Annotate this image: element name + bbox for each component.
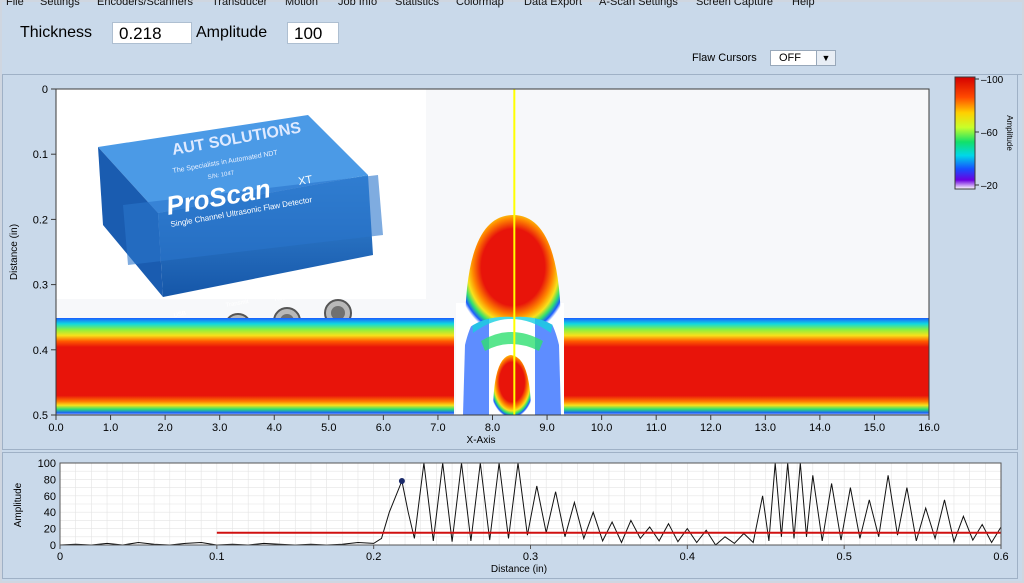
peak-marker <box>398 478 405 485</box>
flaw-cursors-select[interactable]: OFF ▼ <box>770 50 836 66</box>
ascan-y-tick-label: 100 <box>38 458 56 470</box>
x-tick-label: 5.0 <box>321 422 336 434</box>
menu-item-colormap[interactable]: Colormap <box>456 0 504 8</box>
menu-item-job-info[interactable]: Job Info <box>338 0 377 8</box>
amplitude-value: 100 <box>287 22 339 44</box>
ascan-y-label: Amplitude <box>13 482 24 527</box>
colorbar-tick-label: –100 <box>981 75 1004 86</box>
y-axis: 0 0.1 0.2 0.3 0.4 0.5 <box>33 84 56 422</box>
readout-toolbar: Thickness 0.218 Amplitude 100 Flaw Curso… <box>2 12 1022 75</box>
x-axis: 0 0.1 0.2 0.3 0.4 0.5 0.6 <box>57 545 1009 563</box>
x-tick-label: 13.0 <box>755 422 776 434</box>
x-tick-label: 10.0 <box>591 422 612 434</box>
y-tick-label: 0.1 <box>33 149 48 161</box>
y-tick-label: 0.5 <box>33 410 48 422</box>
y-axis: 0 20 40 60 80 100 <box>38 458 56 552</box>
y-tick-label: 0 <box>42 84 48 96</box>
x-axis-label: X-Axis <box>467 435 496 446</box>
menu-item-data-export[interactable]: Data Export <box>524 0 582 8</box>
product-suffix: XT <box>297 174 313 188</box>
flaw-cursors-label: Flaw Cursors <box>692 52 757 64</box>
ascan-x-tick-label: 0.1 <box>209 551 224 563</box>
menu-item-screen-capture[interactable]: Screen Capture <box>696 0 773 8</box>
ascan-y-tick-label: 60 <box>44 491 56 503</box>
colorbar-title: Amplitude <box>1005 115 1014 151</box>
menu-item-settings[interactable]: Settings <box>40 0 80 8</box>
ascan-x-tick-label: 0.4 <box>680 551 695 563</box>
x-tick-label: 8.0 <box>485 422 500 434</box>
port-socket <box>331 306 345 320</box>
x-tick-label: 14.0 <box>809 422 830 434</box>
y-axis-label: Distance (in) <box>9 224 20 280</box>
ascan-x-tick-label: 0.3 <box>523 551 538 563</box>
ascan-x-tick-label: 0 <box>57 551 63 563</box>
x-axis: 0.0 1.0 2.0 3.0 4.0 5.0 6.0 7.0 8.0 9.0 10.0 11.0 12… <box>48 415 940 434</box>
x-tick-label: 7.0 <box>430 422 445 434</box>
ascan-x-tick-label: 0.6 <box>993 551 1008 563</box>
ascan-y-tick-label: 20 <box>44 524 56 536</box>
x-tick-label: 4.0 <box>267 422 282 434</box>
x-tick-label: 1.0 <box>103 422 118 434</box>
ascan-x-tick-label: 0.2 <box>366 551 381 563</box>
ascan-y-tick-label: 0 <box>50 540 56 552</box>
menu-item-transducer[interactable]: Transducer <box>212 0 267 8</box>
ascan-chart[interactable]: 0 20 40 60 80 100 0 0.1 0.2 0.3 0.4 0.5 0.6 Amplitu… <box>3 453 1017 578</box>
amplitude-label: Amplitude <box>196 24 268 41</box>
y-tick-label: 0.4 <box>33 345 48 357</box>
x-tick-label: 0.0 <box>48 422 63 434</box>
menu-item-help[interactable]: Help <box>792 0 815 8</box>
thickness-label: Thickness <box>20 24 93 41</box>
x-tick-label: 15.0 <box>864 422 885 434</box>
x-tick-label: 2.0 <box>157 422 172 434</box>
bscan-panel: AUT SOLUTIONS The Specialists in Automat… <box>2 74 1018 450</box>
colorbar: –100 –60 –20 Amplitude <box>954 75 1014 192</box>
x-tick-label: 6.0 <box>376 422 391 434</box>
menu-item-a-scan-settings[interactable]: A-Scan Settings <box>599 0 678 8</box>
chevron-down-icon[interactable]: ▼ <box>816 51 835 65</box>
thickness-value: 0.218 <box>112 22 192 44</box>
flaw-cursors-value: OFF <box>779 52 801 64</box>
x-tick-label: 3.0 <box>212 422 227 434</box>
menu-item-motion[interactable]: Motion <box>285 0 318 8</box>
menu-bar: File Settings Encoders/Scanners Transducer M… <box>2 0 1022 10</box>
bscan-chart[interactable]: AUT SOLUTIONS The Specialists in Automat… <box>3 75 1017 449</box>
x-tick-label: 16.0 <box>918 422 939 434</box>
menu-item-statistics[interactable]: Statistics <box>395 0 439 8</box>
x-tick-label: 11.0 <box>646 422 667 434</box>
colorbar-tick-label: –60 <box>981 128 998 139</box>
menu-item-file[interactable]: File <box>6 0 24 8</box>
ascan-y-tick-label: 40 <box>44 507 56 519</box>
y-tick-label: 0.2 <box>33 214 48 226</box>
ascan-x-tick-label: 0.5 <box>837 551 852 563</box>
x-tick-label: 12.0 <box>700 422 721 434</box>
colorbar-tick-label: –20 <box>981 181 998 192</box>
ascan-x-label: Distance (in) <box>491 564 547 575</box>
ascan-panel: 0 20 40 60 80 100 0 0.1 0.2 0.3 0.4 0.5 0.6 Amplitu… <box>2 452 1018 579</box>
y-tick-label: 0.3 <box>33 280 48 292</box>
x-tick-label: 9.0 <box>539 422 554 434</box>
ascan-y-tick-label: 80 <box>44 474 56 486</box>
menu-item-encoders-scanners[interactable]: Encoders/Scanners <box>97 0 193 8</box>
